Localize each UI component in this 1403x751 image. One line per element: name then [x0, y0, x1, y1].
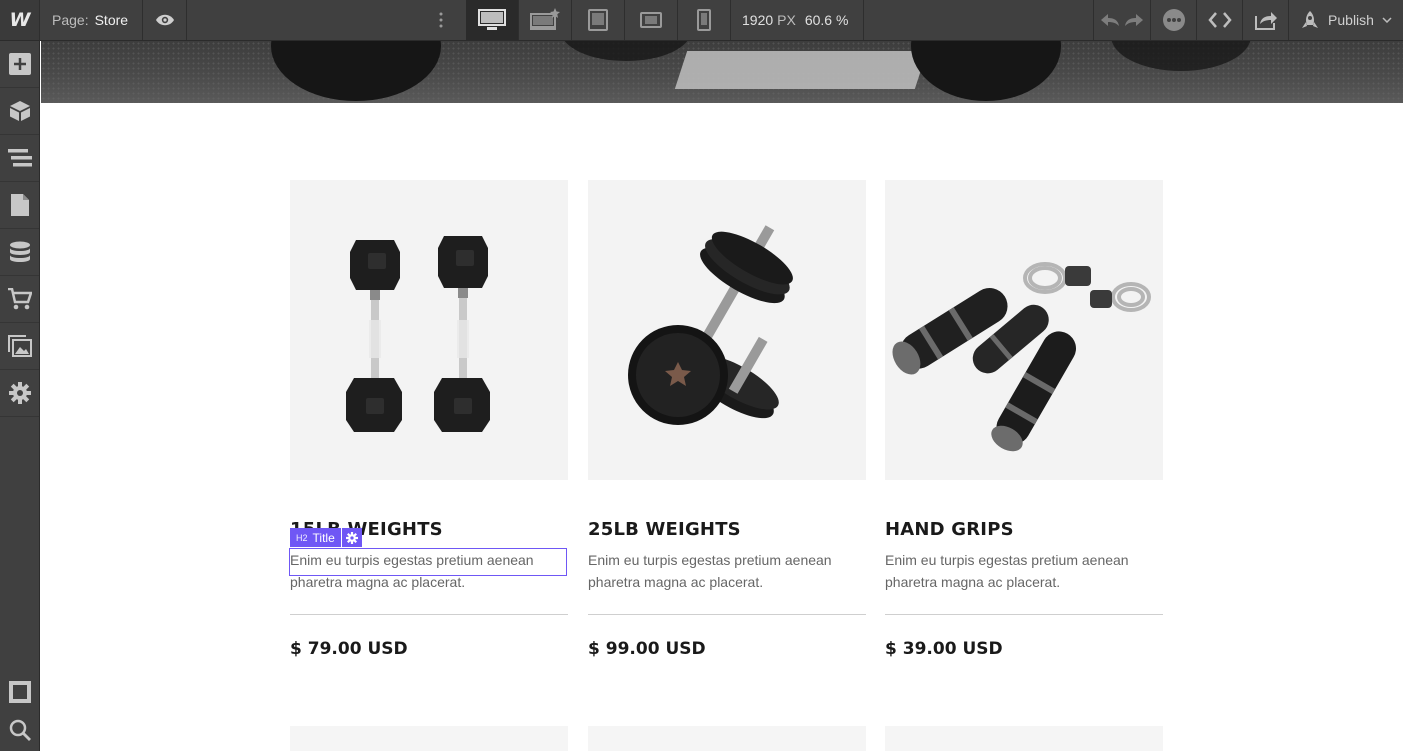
selection-label[interactable]: H2 Title [290, 528, 362, 547]
breakpoint-desktop[interactable] [466, 0, 519, 40]
dumbbells-image [346, 236, 490, 432]
vertical-dots-icon [439, 12, 443, 28]
breakpoint-mobile-portrait[interactable] [678, 0, 731, 40]
element-settings-button[interactable] [341, 528, 362, 547]
product-card[interactable]: HAND GRIPS Enim eu turpis egestas pretiu… [885, 180, 1163, 659]
designer-left-bar [0, 41, 40, 751]
add-icon [8, 53, 31, 75]
assets-panel-button[interactable] [0, 323, 39, 370]
rocket-icon [1302, 11, 1319, 28]
preview-frame-icon [9, 681, 31, 703]
product-price[interactable]: $ 79.00 USD [290, 639, 568, 659]
more-options-icon [1162, 9, 1185, 31]
product-divider [885, 614, 1163, 615]
canvas-width: 1920 [742, 12, 774, 28]
breakpoint-large-desktop[interactable] [519, 0, 572, 40]
product-image-dumbbells-25lb[interactable] [588, 180, 866, 480]
current-page-name: Store [94, 12, 129, 28]
product-divider [290, 614, 568, 615]
cms-panel-button[interactable] [0, 229, 39, 276]
pages-panel-button[interactable] [0, 182, 39, 229]
add-panel-button[interactable] [0, 41, 39, 88]
plate-dumbbells-image [628, 225, 793, 425]
product-divider [588, 614, 866, 615]
hand-grips-image [892, 262, 1151, 452]
hero-mat [674, 51, 928, 89]
product-title[interactable]: HAND GRIPS [885, 516, 1163, 543]
preview-button[interactable] [143, 0, 187, 40]
symbols-panel-button[interactable] [0, 88, 39, 135]
selection-class-name: Title [312, 530, 335, 545]
page-selector-label: Page: [52, 12, 89, 28]
selection-element-label: H2 Title [290, 528, 341, 547]
product-image-hand-grips[interactable] [885, 180, 1163, 480]
search-button[interactable] [0, 717, 40, 743]
publish-label: Publish [1328, 12, 1374, 28]
topbar-spacer-right [864, 0, 1093, 40]
next-row-card-image [885, 726, 1163, 751]
product-card[interactable]: H2 Title 15LB WEIGHTS Enim eu turpis ege… [289, 180, 568, 659]
cms-icon [9, 241, 30, 262]
breakpoint-mobile-landscape[interactable] [625, 0, 678, 40]
ecommerce-panel-button[interactable] [0, 276, 39, 323]
product-image-dumbbells-15lb[interactable] [290, 180, 568, 480]
next-row-card-image [588, 726, 866, 751]
share-button[interactable] [1243, 0, 1289, 40]
heading-level-badge: H2 [296, 532, 308, 543]
redo-icon[interactable] [1124, 13, 1144, 27]
webflow-logo[interactable]: W [0, 0, 40, 40]
product-description[interactable]: Enim eu turpis egestas pretium aenean ph… [885, 549, 1155, 593]
page-selector[interactable]: Page: Store [40, 0, 143, 40]
share-icon [1254, 12, 1277, 30]
hero-image-strip [41, 41, 1403, 103]
tablet-icon [588, 9, 608, 31]
code-export-button[interactable] [1197, 0, 1243, 40]
webflow-logo-mark: W [9, 9, 31, 31]
gear-icon [345, 531, 358, 544]
pages-icon [10, 194, 29, 216]
preview-frame-button[interactable] [0, 679, 40, 705]
desktop-icon [478, 9, 506, 30]
product-price[interactable]: $ 39.00 USD [885, 639, 1163, 659]
more-breakpoints-button[interactable] [416, 0, 466, 40]
settings-panel-button[interactable] [0, 370, 39, 417]
product-title[interactable]: 25LB WEIGHTS [588, 516, 866, 543]
components-icon [9, 101, 30, 121]
code-icon [1207, 12, 1232, 28]
publish-button[interactable]: Publish [1289, 0, 1403, 40]
design-canvas[interactable]: H2 Title 15LB WEIGHTS Enim eu turpis ege… [41, 41, 1403, 751]
large-desktop-icon [530, 8, 560, 30]
navigator-panel-button[interactable] [0, 135, 39, 182]
canvas-width-unit: PX [777, 12, 796, 28]
breakpoint-tablet[interactable] [572, 0, 625, 40]
product-price[interactable]: $ 99.00 USD [588, 639, 866, 659]
product-description[interactable]: Enim eu turpis egestas pretium aenean ph… [290, 549, 560, 593]
undo-icon[interactable] [1100, 13, 1120, 27]
ecommerce-icon [7, 288, 32, 310]
undo-redo-group [1093, 0, 1151, 40]
canvas-size-readout: 1920 PX 60.6 % [731, 0, 864, 40]
canvas-zoom: 60.6 % [804, 12, 849, 28]
search-icon [9, 719, 31, 741]
product-description[interactable]: Enim eu turpis egestas pretium aenean ph… [588, 549, 858, 593]
next-row-card-image [290, 726, 568, 751]
product-card[interactable]: 25LB WEIGHTS Enim eu turpis egestas pret… [588, 180, 866, 659]
mobile-landscape-icon [640, 12, 662, 28]
assets-icon [7, 335, 32, 357]
designer-top-bar: W Page: Store 1920 PX 60.6 % Publish [0, 0, 1403, 41]
mobile-portrait-icon [697, 9, 711, 31]
eye-icon [155, 14, 174, 26]
navigator-icon [7, 149, 32, 167]
more-options-button[interactable] [1151, 0, 1197, 40]
settings-icon [8, 382, 31, 404]
chevron-down-icon [1382, 17, 1392, 23]
